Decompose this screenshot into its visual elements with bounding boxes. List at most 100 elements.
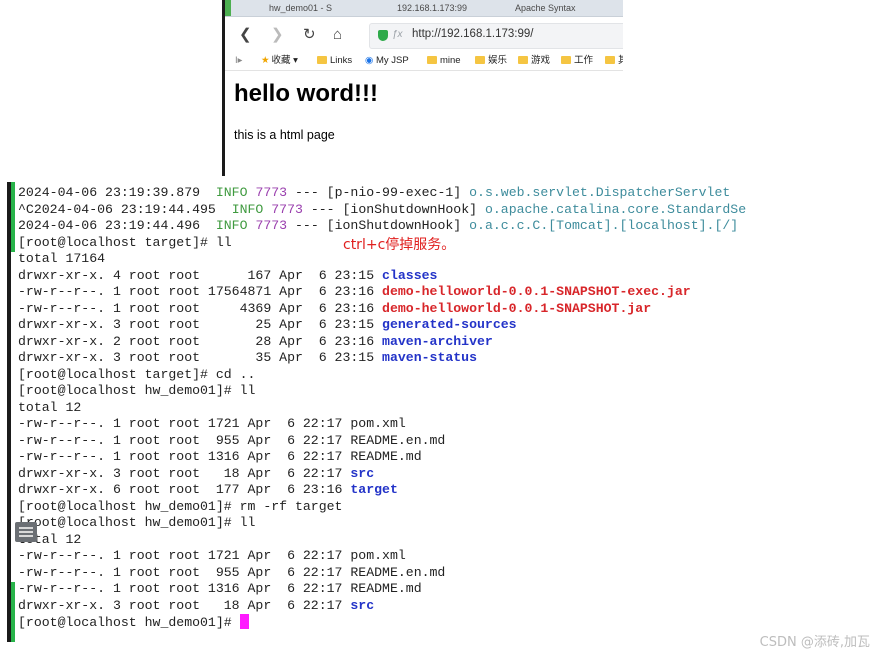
terminal-line: -rw-r--r--. 1 root root 1316 Apr 6 22:17…: [18, 449, 422, 466]
terminal-text: drwxr-xr-x. 2 root root 28 Apr 6 23:16: [18, 333, 383, 349]
terminal-text: [root@localhost hw_demo01]#: [18, 615, 240, 630]
home-icon[interactable]: ⌂: [333, 26, 342, 44]
terminal-line: -rw-r--r--. 1 root root 955 Apr 6 22:17 …: [18, 433, 445, 450]
url-field[interactable]: ƒx http://192.168.1.173:99/: [369, 23, 623, 49]
bookmark-label: 其: [618, 55, 623, 66]
terminal-line: 2024-04-06 23:19:44.496 INFO 7773 --- [i…: [18, 218, 738, 235]
terminal-text: --- [ionShutdownHook]: [287, 218, 470, 233]
function-icon: ƒx: [392, 29, 403, 40]
terminal-text: [root@localhost hw_demo01]# rm -rf targe…: [18, 498, 343, 514]
terminal-text: 2024-04-06 23:19:39.879: [18, 185, 216, 200]
terminal-text: 7773: [255, 185, 288, 200]
annotation-text: ctrl+c停掉服务。: [343, 237, 456, 253]
bookmark-other[interactable]: 其: [605, 54, 623, 67]
forward-icon[interactable]: ❯: [271, 26, 284, 44]
terminal-line: total 17164: [18, 251, 105, 268]
menu-icon[interactable]: [15, 522, 37, 542]
terminal-line: -rw-r--r--. 1 root root 1721 Apr 6 22:17…: [18, 548, 406, 565]
terminal-line: [root@localhost target]# cd ..: [18, 367, 255, 384]
terminal-line: [root@localhost hw_demo01]# ll: [18, 383, 255, 400]
back-icon[interactable]: ❮: [239, 26, 252, 44]
folder-icon: [561, 56, 571, 64]
terminal-text: drwxr-xr-x. 3 root root 18 Apr 6 22:17: [18, 597, 351, 613]
star-icon: ★: [261, 55, 270, 66]
terminal-line: drwxr-xr-x. 2 root root 28 Apr 6 23:16 m…: [18, 334, 493, 351]
directory-name: generated-sources: [382, 317, 517, 332]
directory-name: maven-archiver: [382, 333, 493, 349]
terminal-line: [root@localhost target]# ll: [18, 235, 232, 252]
terminal-line: [root@localhost hw_demo01]# rm -rf targe…: [18, 499, 342, 516]
terminal-text: -rw-r--r--. 1 root root 1721 Apr 6 22:17…: [18, 548, 406, 563]
terminal-text: --- [ionShutdownHook]: [302, 201, 485, 217]
terminal-text: total 12: [18, 399, 82, 415]
terminal-text: drwxr-xr-x. 3 root root 25 Apr 6 23:15: [18, 317, 383, 332]
browser-window: hw_demo01 - S 192.168.1.173:99 Apache Sy…: [222, 0, 623, 176]
tab-apache[interactable]: Apache Syntax: [515, 2, 623, 16]
bookmark-label: 工作: [574, 55, 594, 66]
terminal-text: -rw-r--r--. 1 root root 1721 Apr 6 22:17…: [18, 416, 406, 431]
terminal-text: 7773: [271, 201, 303, 217]
bookmark-label: Links: [330, 55, 353, 66]
terminal-line: total 12: [18, 400, 81, 417]
bookmark-work[interactable]: 工作: [561, 54, 593, 67]
directory-name: maven-status: [382, 350, 478, 365]
terminal-text: -rw-r--r--. 1 root root 17564871 Apr 6 2…: [18, 284, 383, 299]
terminal-line: [root@localhost hw_demo01]# ll: [18, 515, 255, 532]
terminal-text: -rw-r--r--. 1 root root 955 Apr 6 22:17 …: [18, 432, 446, 448]
page-heading: hello word!!!: [234, 80, 378, 107]
terminal-text: 7773: [255, 218, 288, 233]
terminal-text: drwxr-xr-x. 3 root root 18 Apr 6 22:17: [18, 465, 351, 481]
terminal-text: -rw-r--r--. 1 root root 4369 Apr 6 23:16: [18, 300, 383, 316]
directory-name: src: [350, 597, 375, 613]
terminal-text: o.apache.catalina.core.StandardSe: [484, 201, 747, 217]
bookmark-games[interactable]: 游戏: [518, 54, 550, 67]
terminal-cursor: [239, 614, 249, 629]
terminal-text: INFO: [215, 185, 248, 200]
reload-icon[interactable]: ↻: [303, 26, 316, 44]
bookmarks-bar: I▸ ★收藏 ▾ Links ◉ My JSP mine 娱乐 游戏 工作 其: [225, 52, 623, 71]
terminal-line: -rw-r--r--. 1 root root 1316 Apr 6 22:17…: [18, 581, 422, 598]
page-text: this is a html page: [234, 128, 335, 142]
bookmark-links[interactable]: Links: [317, 54, 352, 67]
folder-icon: [317, 56, 327, 64]
terminal-line: ^C2024-04-06 23:19:44.495 INFO 7773 --- …: [18, 202, 746, 219]
bookmark-entertainment[interactable]: 娱乐: [475, 54, 507, 67]
terminal-line: drwxr-xr-x. 3 root root 18 Apr 6 22:17 s…: [18, 598, 374, 615]
directory-name: src: [350, 465, 375, 481]
terminal-text: -rw-r--r--. 1 root root 955 Apr 6 22:17 …: [18, 564, 446, 580]
terminal-line: -rw-r--r--. 1 root root 4369 Apr 6 23:16…: [18, 301, 651, 318]
terminal-text: -rw-r--r--. 1 root root 1316 Apr 6 22:17…: [18, 449, 422, 464]
terminal-line: drwxr-xr-x. 3 root root 18 Apr 6 22:17 s…: [18, 466, 374, 483]
bookmark-label: My JSP: [375, 55, 409, 66]
bookmark-mine[interactable]: mine: [427, 54, 461, 67]
terminal-line: drwxr-xr-x. 4 root root 167 Apr 6 23:15 …: [18, 268, 437, 285]
terminal-text: drwxr-xr-x. 6 root root 177 Apr 6 23:16: [18, 482, 351, 497]
terminal-text: drwxr-xr-x. 3 root root 35 Apr 6 23:15: [18, 350, 383, 365]
url-text[interactable]: http://192.168.1.173:99/: [412, 28, 534, 40]
bookmark-label: 收藏: [271, 55, 291, 66]
terminal-line: [root@localhost hw_demo01]#: [18, 614, 249, 632]
terminal-line: drwxr-xr-x. 3 root root 25 Apr 6 23:15 g…: [18, 317, 517, 334]
terminal-text: o.s.web.servlet.DispatcherServlet: [469, 185, 731, 200]
bookmark-favorites[interactable]: ★ 收藏 ▾: [261, 54, 298, 67]
terminal-text: ^C2024-04-06 23:19:44.495: [18, 201, 232, 217]
terminal-text: [root@localhost hw_demo01]# ll: [18, 383, 256, 398]
terminal-window[interactable]: 2024-04-06 23:19:39.879 INFO 7773 --- [p…: [7, 182, 876, 642]
terminal-text: [root@localhost target]# ll: [18, 234, 232, 250]
directory-name: target: [350, 482, 398, 497]
globe-icon: ◉: [365, 55, 374, 66]
terminal-text: [root@localhost hw_demo01]# ll: [18, 515, 256, 530]
terminal-text: INFO: [215, 218, 248, 233]
bookmark-myjsp[interactable]: ◉ My JSP: [365, 54, 409, 67]
terminal-line: drwxr-xr-x. 6 root root 177 Apr 6 23:16 …: [18, 482, 398, 499]
tab-active[interactable]: 192.168.1.173:99: [397, 2, 497, 16]
tab-hw-demo[interactable]: hw_demo01 - S: [269, 2, 379, 16]
tab-accent: [225, 0, 231, 16]
sidebar-toggle-icon[interactable]: I▸: [235, 54, 242, 67]
tab-strip: hw_demo01 - S 192.168.1.173:99 Apache Sy…: [225, 0, 623, 17]
watermark: CSDN @添砖,加瓦: [759, 635, 870, 650]
folder-icon: [605, 56, 615, 64]
terminal-line: drwxr-xr-x. 3 root root 35 Apr 6 23:15 m…: [18, 350, 477, 367]
terminal-line: -rw-r--r--. 1 root root 1721 Apr 6 22:17…: [18, 416, 406, 433]
address-bar: ❮ ❯ ↻ ⌂ ƒx http://192.168.1.173:99/: [225, 20, 623, 50]
